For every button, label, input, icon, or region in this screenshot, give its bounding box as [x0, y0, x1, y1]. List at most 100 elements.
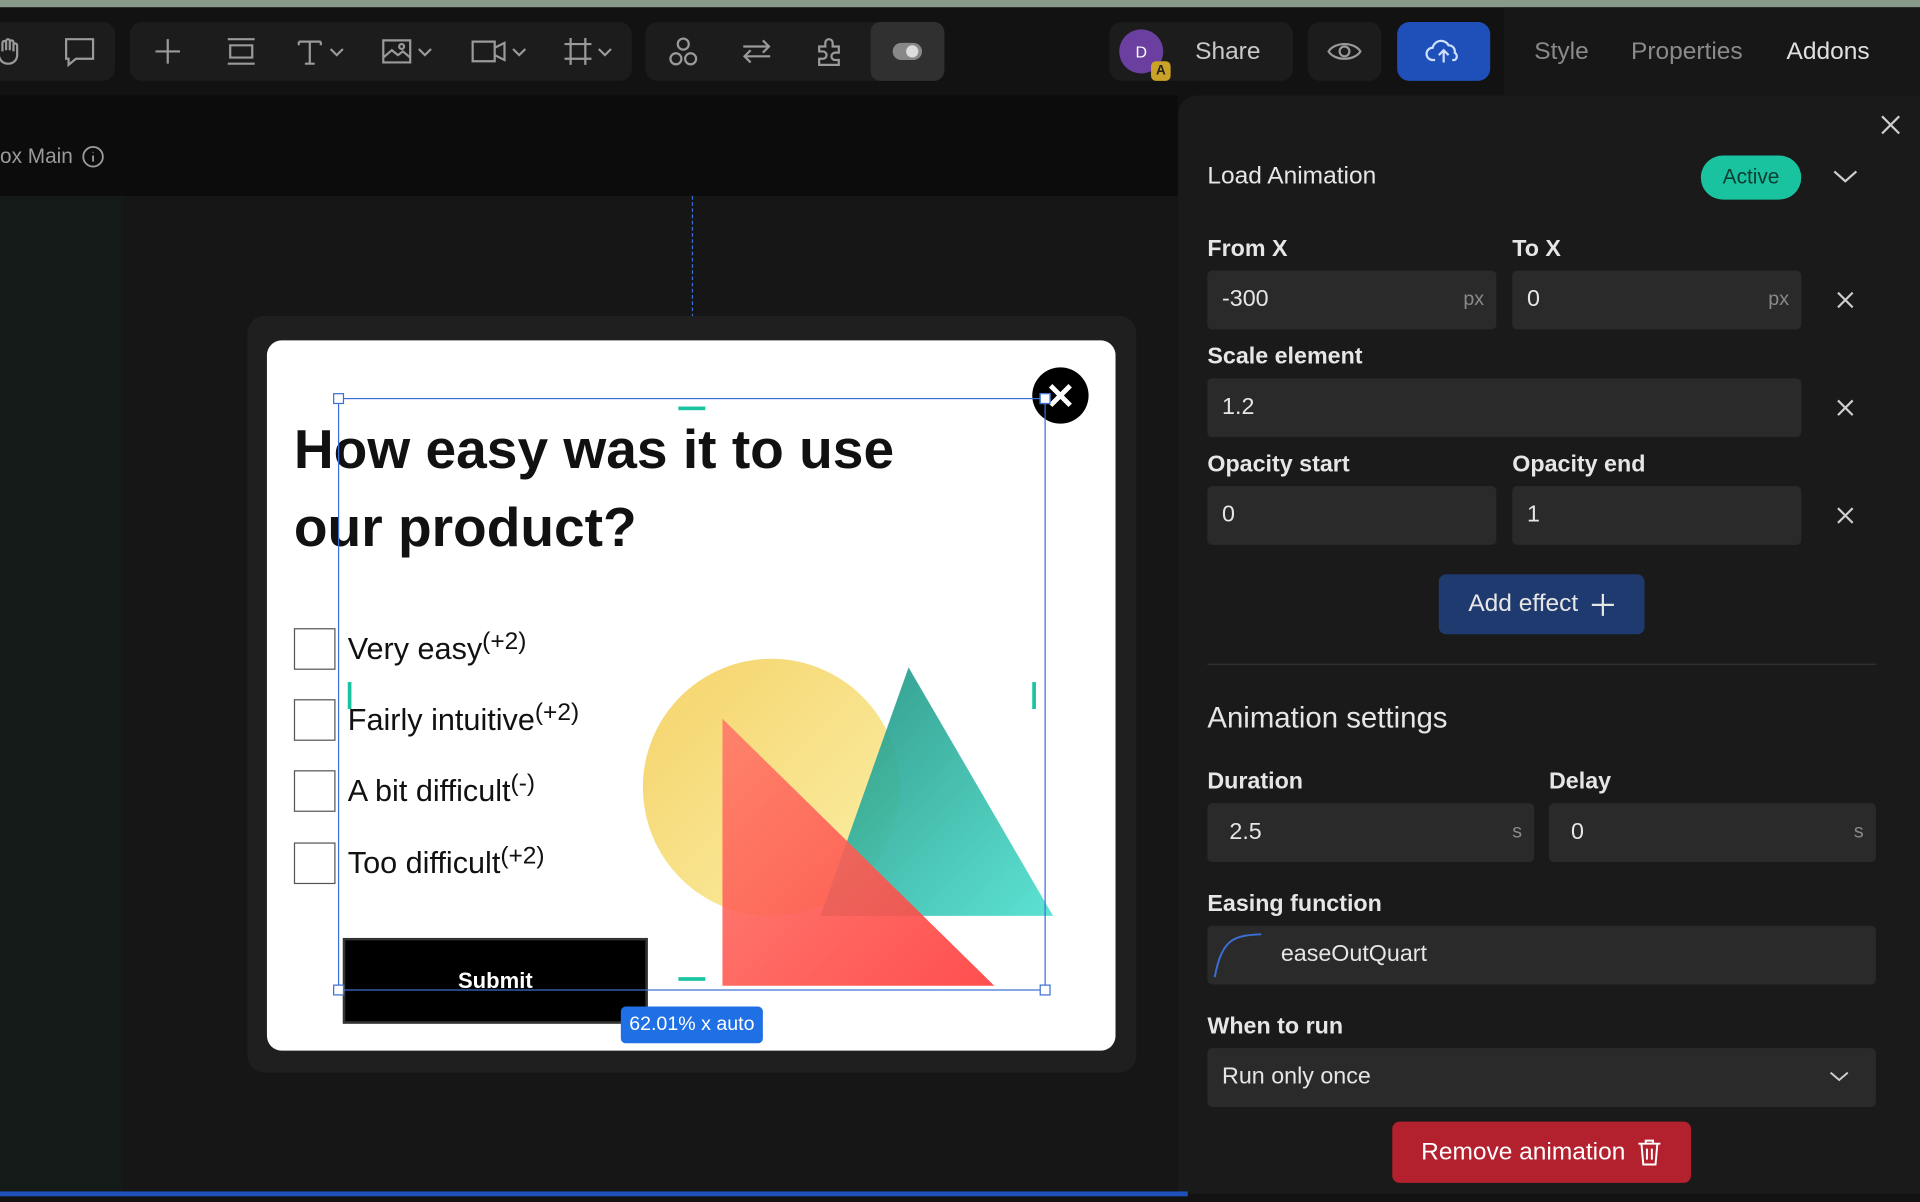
image-icon: [381, 39, 411, 64]
resize-handle-left[interactable]: [347, 682, 352, 709]
opacity-start-value: 0: [1222, 502, 1236, 528]
remove-scale-effect-button[interactable]: [1831, 393, 1860, 422]
to-x-unit: px: [1768, 288, 1789, 310]
breadcrumb: ox Main: [0, 95, 1178, 196]
option-checkbox[interactable]: [293, 770, 336, 812]
avatar-badge: A: [1151, 61, 1171, 81]
toolbar-group-tools: [645, 22, 946, 81]
breadcrumb-label[interactable]: ox Main: [0, 144, 73, 168]
duration-label: Duration: [1207, 768, 1304, 795]
resize-handle-bottom[interactable]: [678, 977, 706, 981]
remove-animation-button[interactable]: Remove animation: [1392, 1121, 1692, 1183]
canvas-bottom-bar: [0, 1191, 1188, 1197]
remove-translate-effect-button[interactable]: [1831, 285, 1860, 314]
duration-value: 2.5: [1229, 819, 1262, 845]
chevron-down-icon: [1829, 1071, 1849, 1082]
opacity-end-input[interactable]: 1: [1512, 486, 1802, 545]
close-icon: [1837, 507, 1854, 524]
from-x-value: -300: [1222, 286, 1269, 313]
tab-properties[interactable]: Properties: [1631, 38, 1743, 66]
share-button[interactable]: D A Share: [1109, 22, 1294, 81]
cloud-upload-icon: [1425, 39, 1458, 63]
delay-unit: s: [1853, 821, 1864, 843]
plugins-button[interactable]: [809, 22, 851, 81]
easing-curve-icon: [1213, 933, 1262, 978]
close-icon: [1837, 399, 1854, 416]
scale-input[interactable]: 1.2: [1207, 378, 1802, 438]
plus-icon: [155, 39, 181, 64]
frame-tool-button[interactable]: [556, 22, 620, 81]
chevron-down-icon[interactable]: [1831, 165, 1860, 187]
delay-input[interactable]: 0 s: [1548, 803, 1876, 863]
to-x-value: 0: [1526, 286, 1540, 313]
opacity-end-label: Opacity end: [1512, 451, 1646, 478]
selection-outline[interactable]: [337, 397, 1046, 991]
preview-mode-toggle[interactable]: [870, 22, 945, 81]
option-checkbox[interactable]: [293, 628, 336, 670]
section-icon: [227, 38, 255, 65]
window-top-border: [0, 0, 1920, 8]
when-to-run-value: Run only once: [1222, 1064, 1371, 1090]
to-x-label: To X: [1512, 236, 1561, 263]
toggle-icon: [892, 42, 923, 61]
interactions-button[interactable]: [736, 22, 778, 81]
plugins-icon: [818, 38, 840, 67]
resize-handle-top[interactable]: [678, 406, 706, 411]
frame-icon: [563, 37, 591, 65]
image-tool-button[interactable]: [375, 22, 439, 81]
easing-label: Easing function: [1207, 891, 1382, 918]
easing-value: easeOutQuart: [1280, 941, 1427, 968]
toolbar-group-navigation: [0, 22, 116, 81]
easing-select[interactable]: easeOutQuart: [1207, 925, 1876, 985]
delay-label: Delay: [1548, 768, 1612, 795]
resize-handle-bottom-right[interactable]: [1039, 984, 1051, 996]
opacity-start-label: Opacity start: [1207, 451, 1350, 478]
resize-handle-right[interactable]: [1032, 682, 1036, 709]
resize-handle-bottom-left[interactable]: [333, 984, 345, 996]
status-badge[interactable]: Active: [1700, 155, 1802, 200]
video-tool-button[interactable]: [465, 22, 531, 81]
chevron-down-icon: [511, 48, 526, 57]
trash-icon: [1638, 1139, 1661, 1166]
close-icon[interactable]: [1878, 113, 1902, 137]
option-checkbox[interactable]: [293, 842, 336, 885]
publish-button[interactable]: [1397, 22, 1491, 81]
duration-input[interactable]: 2.5 s: [1207, 803, 1535, 863]
comment-icon: [65, 38, 95, 68]
preview-button[interactable]: [1307, 22, 1382, 81]
canvas-left-strip: [0, 195, 123, 1194]
comment-tool-button[interactable]: [59, 22, 101, 81]
plus-icon: [1591, 593, 1614, 616]
resize-handle-top-right[interactable]: [1039, 393, 1051, 405]
add-effect-button[interactable]: Add effect: [1438, 574, 1645, 635]
remove-opacity-effect-button[interactable]: [1831, 501, 1860, 530]
when-to-run-label: When to run: [1207, 1013, 1344, 1040]
option-checkbox[interactable]: [293, 699, 336, 741]
eye-icon: [1327, 42, 1362, 60]
info-icon[interactable]: [81, 144, 105, 168]
to-x-input[interactable]: 0 px: [1512, 270, 1802, 330]
opacity-start-input[interactable]: 0: [1207, 486, 1497, 545]
text-tool-button[interactable]: [289, 22, 350, 81]
avatar[interactable]: D A: [1119, 29, 1171, 81]
remove-animation-label: Remove animation: [1421, 1138, 1626, 1166]
scale-label: Scale element: [1207, 344, 1363, 370]
add-effect-label: Add effect: [1468, 590, 1579, 618]
from-x-unit: px: [1463, 288, 1485, 310]
chevron-down-icon: [329, 48, 344, 57]
from-x-input[interactable]: -300 px: [1207, 270, 1497, 330]
section-tool-button[interactable]: [220, 22, 262, 81]
interactions-icon: [742, 39, 771, 64]
hand-icon: [0, 38, 19, 65]
resize-handle-top-left[interactable]: [333, 393, 345, 405]
video-icon: [470, 40, 505, 63]
tab-style[interactable]: Style: [1534, 38, 1588, 66]
when-to-run-select[interactable]: Run only once: [1207, 1048, 1876, 1107]
toolbar-group-insert: [129, 22, 632, 81]
add-element-button[interactable]: [147, 22, 189, 81]
load-animation-title: Load Animation: [1207, 162, 1377, 190]
chevron-down-icon: [597, 48, 612, 57]
components-button[interactable]: [662, 22, 704, 81]
hand-tool-button[interactable]: [0, 22, 29, 81]
tab-addons[interactable]: Addons: [1787, 38, 1870, 66]
